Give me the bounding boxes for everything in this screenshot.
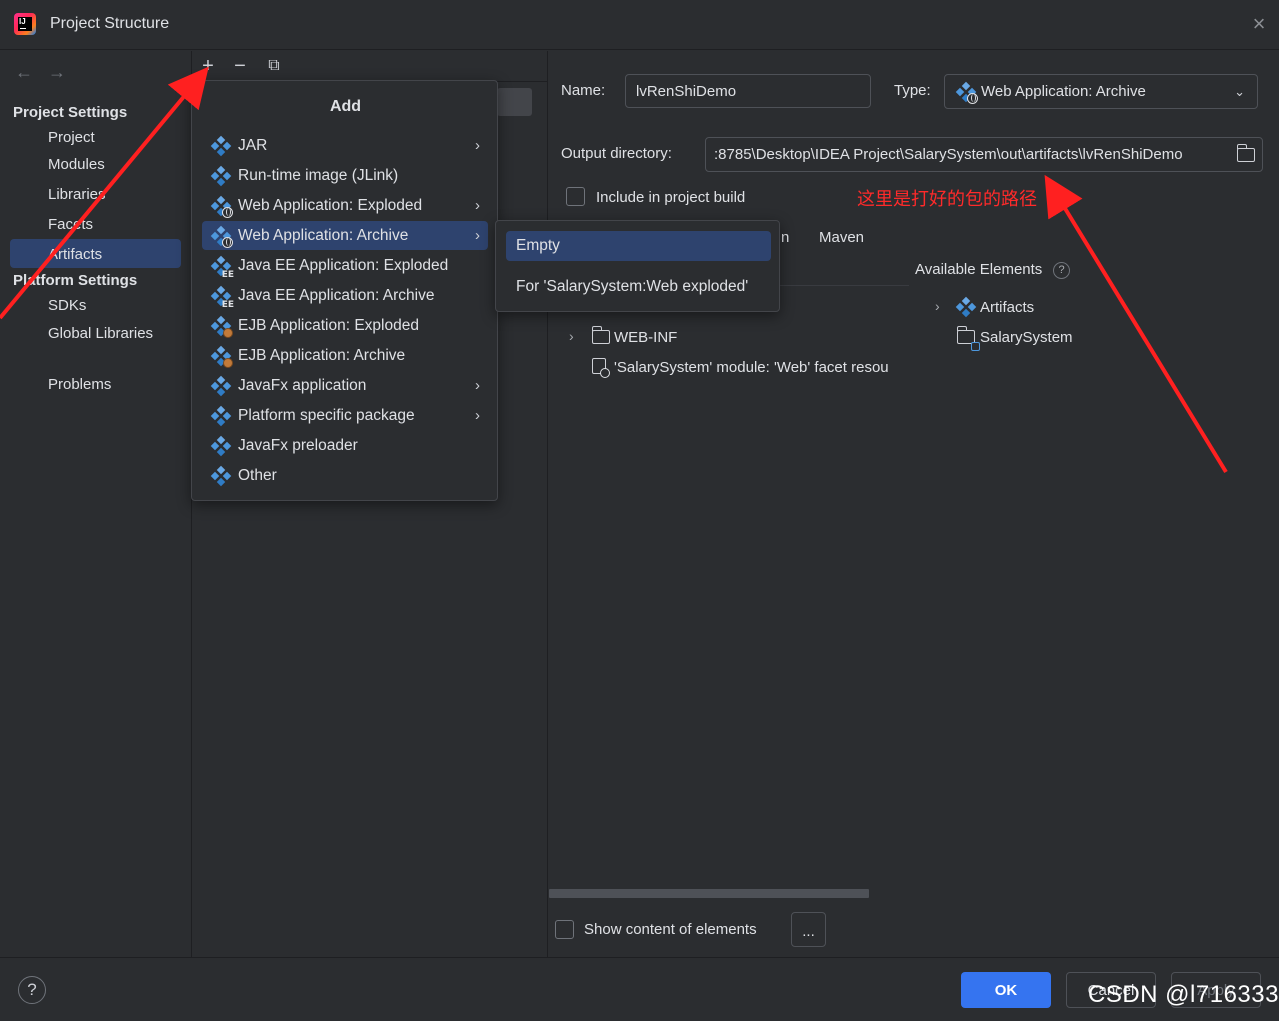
help-icon[interactable]: ? — [1053, 262, 1070, 279]
name-label: Name: — [561, 82, 606, 99]
add-icon[interactable]: + — [197, 55, 219, 77]
platform-settings-header: Platform Settings — [13, 272, 138, 289]
title-bar — [0, 0, 1279, 50]
sidebar-item-project[interactable]: Project — [48, 129, 95, 146]
web-artifact-icon — [210, 195, 233, 218]
artifact-icon — [210, 165, 232, 186]
add-item-javafx-application[interactable]: JavaFx application › — [202, 371, 488, 400]
include-in-build-checkbox[interactable] — [566, 187, 585, 206]
tree-item-module-resource[interactable]: 'SalarySystem' module: 'Web' facet resou — [614, 359, 914, 376]
tab-maven[interactable]: Maven — [819, 229, 864, 246]
show-content-label: Show content of elements — [584, 921, 757, 938]
add-item-ejb-archive[interactable]: EJB Application: Archive — [202, 341, 488, 370]
artifact-icon — [210, 375, 232, 396]
add-item-platform-package[interactable]: Platform specific package › — [202, 401, 488, 430]
artifact-icon — [955, 296, 977, 318]
output-directory-value: :8785\Desktop\IDEA Project\SalarySystem\… — [714, 146, 1183, 163]
chevron-right-icon: › — [475, 137, 480, 154]
available-item-artifacts[interactable]: Artifacts — [980, 299, 1034, 316]
web-artifact-icon — [210, 225, 233, 248]
type-label: Type: — [894, 82, 931, 99]
chevron-down-icon: ⌄ — [1234, 83, 1245, 99]
project-settings-header: Project Settings — [13, 104, 128, 121]
artifact-icon — [210, 435, 232, 456]
add-item-web-archive[interactable]: Web Application: Archive › — [202, 221, 488, 250]
submenu-item-from-exploded[interactable]: For 'SalarySystem:Web exploded' — [506, 272, 771, 302]
tree-item-web-inf[interactable]: WEB-INF — [614, 329, 677, 346]
chevron-right-icon[interactable]: › — [569, 328, 574, 344]
output-directory-field[interactable]: :8785\Desktop\IDEA Project\SalarySystem\… — [705, 137, 1263, 172]
artifact-list-item[interactable] — [497, 88, 532, 116]
close-icon[interactable]: × — [1249, 13, 1269, 35]
add-item-runtime-image[interactable]: Run-time image (JLink) — [202, 161, 488, 190]
type-combobox[interactable]: Web Application: Archive ⌄ — [944, 74, 1258, 109]
chevron-right-icon: › — [475, 377, 480, 394]
chevron-right-icon: › — [475, 227, 480, 244]
sidebar-item-modules[interactable]: Modules — [48, 156, 105, 173]
chevron-right-icon[interactable]: › — [935, 298, 940, 314]
show-content-options-button[interactable]: ... — [791, 912, 826, 947]
artifact-icon — [210, 405, 232, 426]
copy-icon[interactable]: ⧉ — [263, 55, 285, 77]
output-directory-label: Output directory: — [561, 145, 672, 162]
popup-title: Add — [329, 98, 362, 115]
sidebar-item-global-libraries[interactable]: Global Libraries — [48, 325, 153, 342]
available-elements-label: Available Elements — [915, 261, 1043, 278]
intellij-logo-icon: IJ — [14, 13, 36, 35]
help-button[interactable]: ? — [18, 976, 46, 1004]
sidebar-item-facets[interactable]: Facets — [48, 216, 93, 233]
add-item-jar[interactable]: JAR › — [202, 131, 488, 160]
folder-icon — [591, 326, 610, 348]
sidebar-item-libraries[interactable]: Libraries — [48, 186, 106, 203]
add-item-ejb-exploded[interactable]: EJB Application: Exploded — [202, 311, 488, 340]
remove-icon[interactable]: − — [229, 55, 251, 77]
artifact-icon — [210, 465, 232, 486]
include-in-build-label: Include in project build — [596, 189, 746, 206]
module-folder-icon — [956, 326, 980, 351]
show-content-checkbox[interactable] — [555, 920, 574, 939]
web-archive-submenu: Empty For 'SalarySystem:Web exploded' — [495, 220, 780, 312]
ejb-artifact-icon — [210, 315, 233, 338]
window-title: Project Structure — [50, 15, 170, 32]
add-item-javafx-preloader[interactable]: JavaFx preloader — [202, 431, 488, 460]
add-item-other[interactable]: Other — [202, 461, 488, 490]
ejb-artifact-icon — [210, 345, 233, 368]
sidebar-item-sdks[interactable]: SDKs — [48, 297, 86, 314]
module-resource-icon — [592, 358, 610, 378]
add-popup: Add JAR › Run-time image (JLink) Web Appl… — [191, 80, 498, 501]
type-value: Web Application: Archive — [981, 83, 1146, 100]
available-item-salarysystem[interactable]: SalarySystem — [980, 329, 1073, 346]
tab-partial[interactable]: n — [781, 229, 789, 246]
arrow-to-output-directory — [1044, 174, 1228, 474]
sidebar-item-artifacts[interactable]: Artifacts — [48, 246, 102, 263]
javaee-artifact-icon: EE — [210, 285, 234, 310]
annotation-text: 这里是打好的包的路径 — [857, 189, 1037, 210]
javaee-artifact-icon: EE — [210, 255, 234, 280]
horizontal-scrollbar[interactable] — [549, 889, 869, 898]
web-artifact-icon — [955, 81, 978, 104]
watermark: CSDN @l716333 — [1088, 981, 1279, 1008]
browse-folder-icon[interactable] — [1236, 144, 1255, 166]
add-item-web-exploded[interactable]: Web Application: Exploded › — [202, 191, 488, 220]
sidebar-item-problems[interactable]: Problems — [48, 376, 111, 393]
add-item-javaee-exploded[interactable]: EE Java EE Application: Exploded — [202, 251, 488, 280]
chevron-right-icon: › — [475, 197, 480, 214]
submenu-item-empty[interactable]: Empty — [506, 231, 771, 261]
chevron-right-icon: › — [475, 407, 480, 424]
divider — [497, 81, 547, 82]
ok-button[interactable]: OK — [961, 972, 1051, 1008]
add-item-javaee-archive[interactable]: EE Java EE Application: Archive — [202, 281, 488, 310]
artifact-icon — [210, 135, 232, 156]
back-arrow-icon[interactable]: ← — [15, 62, 35, 82]
forward-arrow-icon[interactable]: → — [48, 62, 68, 82]
name-field[interactable]: lvRenShiDemo — [625, 74, 871, 108]
